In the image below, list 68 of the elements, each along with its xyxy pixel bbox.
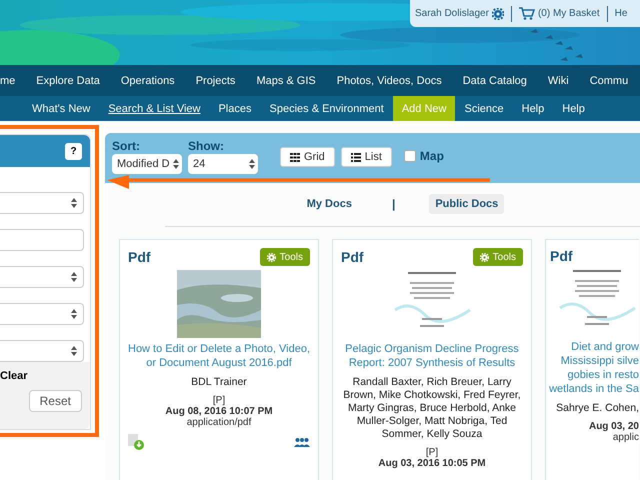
updown-arrow-icon: [173, 159, 179, 169]
nav-item[interactable]: Maps & GIS: [256, 74, 316, 86]
mime-type: applic: [612, 432, 639, 443]
download-icon[interactable]: [128, 434, 144, 450]
nav-item[interactable]: Projects: [196, 74, 236, 86]
subnav-item[interactable]: Help: [512, 96, 554, 121]
grid-icon: [290, 152, 300, 162]
sort-select[interactable]: Modified D: [112, 154, 182, 174]
subnav-item[interactable]: Science: [455, 96, 513, 121]
help-button[interactable]: ?: [65, 142, 82, 160]
grid-button[interactable]: Grid: [280, 147, 335, 167]
show-label: Show:: [188, 139, 225, 153]
document-authors: Randall Baxter, Rich Breuer, Larry Brown, Mike Chotkowski, Fred Feyrer, Marty Gingras, Bruce Herbold, Anke Muller-Solger, Matt Nobriga, Ted Sommer, Kelly Souza: [342, 376, 522, 441]
updown-arrow-icon: [71, 309, 77, 319]
document-authors: Sahrye E. Cohen,: [556, 402, 639, 415]
reset-button[interactable]: Reset: [28, 390, 82, 412]
file-type: Pdf: [128, 249, 151, 265]
list-icon: [350, 152, 361, 162]
map-checkbox[interactable]: [404, 150, 416, 162]
gear-icon: [266, 252, 276, 262]
select-field[interactable]: [0, 340, 84, 362]
gear-icon: [480, 252, 489, 262]
cart-icon[interactable]: [518, 7, 535, 20]
document-date: Aug 08, 2016 10:07 PM: [165, 406, 273, 417]
user-name[interactable]: Sarah Dolislager: [415, 8, 489, 19]
mime-type: application/pdf: [186, 417, 252, 428]
select-field[interactable]: [0, 266, 84, 288]
basket-link[interactable]: (0) My Basket: [538, 8, 600, 19]
help-link[interactable]: He: [614, 8, 628, 19]
nav-item[interactable]: Commu: [590, 74, 628, 86]
settings-icon[interactable]: [492, 8, 504, 20]
select-field[interactable]: [0, 192, 84, 214]
nav-item[interactable]: Explore Data: [36, 74, 100, 86]
subnav-item[interactable]: What's New: [32, 96, 100, 121]
document-title[interactable]: How to Edit or Delete a Photo, Video, or Document August 2016.pdf: [128, 342, 310, 370]
sort-label: Sort:: [112, 139, 141, 153]
updown-arrow-icon: [71, 198, 77, 208]
document-date: Aug 03, 20: [588, 421, 639, 432]
input-field[interactable]: [0, 229, 84, 251]
list-button[interactable]: List: [340, 147, 392, 167]
doc-tab[interactable]: My Docs: [300, 194, 358, 214]
document-title[interactable]: Pelagic Organism Decline Progress Report: 2007 Synthesis of Results: [345, 342, 519, 370]
access-label: [P]: [424, 447, 440, 458]
subnav-item[interactable]: Species & Environment: [260, 96, 393, 121]
nav-item[interactable]: me: [0, 74, 16, 86]
updown-arrow-icon: [71, 272, 77, 282]
nav-item[interactable]: Wiki: [548, 74, 569, 86]
show-select[interactable]: 24: [188, 154, 258, 174]
document-date: Aug 03, 2016 10:05 PM: [378, 458, 486, 469]
updown-arrow-icon: [71, 346, 77, 356]
map-label: Map: [420, 149, 444, 163]
nav-item[interactable]: Photos, Videos, Docs: [336, 74, 442, 86]
doc-tab[interactable]: Public Docs: [429, 194, 504, 214]
file-type: Pdf: [550, 248, 573, 264]
subnav-item[interactable]: Help: [553, 96, 594, 121]
nav-item[interactable]: Data Catalog: [462, 74, 527, 86]
document-authors: BDL Trainer: [191, 376, 247, 389]
nav-item[interactable]: Operations: [120, 74, 175, 86]
access-label: [P]: [212, 395, 226, 406]
clear-link[interactable]: Clear: [0, 370, 28, 382]
subnav-item[interactable]: Places: [209, 96, 260, 121]
document-title[interactable]: Diet and grow Mississippi silve gobies in resto wetlands in the Sa: [549, 340, 639, 396]
tab-separator: |: [392, 197, 396, 211]
file-type: Pdf: [341, 249, 364, 265]
updown-arrow-icon: [249, 159, 255, 169]
subnav-item[interactable]: Search & List View: [99, 96, 210, 121]
select-field[interactable]: [0, 303, 84, 325]
users-icon[interactable]: [294, 437, 310, 447]
